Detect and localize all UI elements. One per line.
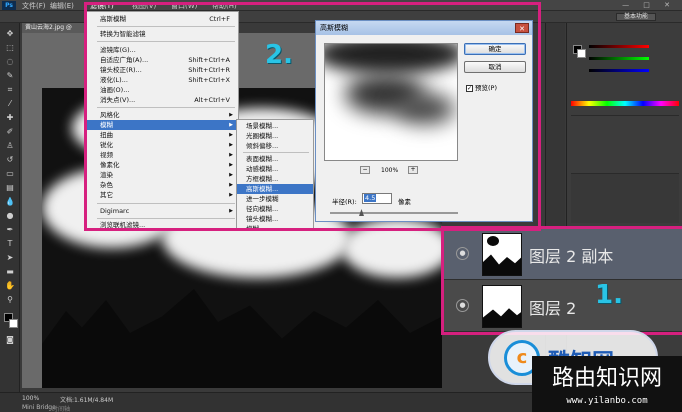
step-1-label: 1. [595, 280, 623, 310]
corner-watermark-url: www.yilanbo.com [566, 396, 648, 406]
zoom-tool-icon[interactable]: ⚲ [4, 295, 16, 305]
photoshop-logo: Ps [2, 1, 16, 10]
shape-tool-icon[interactable]: ▬ [4, 267, 16, 277]
type-tool-icon[interactable]: T [4, 239, 16, 249]
history-brush-icon[interactable]: ↺ [4, 155, 16, 165]
healing-brush-icon[interactable]: ✚ [4, 113, 16, 123]
eyedropper-icon[interactable]: ⁄ [4, 99, 16, 109]
color-panel-background[interactable] [577, 49, 586, 58]
brush-tool-icon[interactable]: ✐ [4, 127, 16, 137]
path-select-icon[interactable]: ➤ [4, 253, 16, 263]
photoshop-window: Ps 文件(F) 编辑(E) 滤镜(T) 视图(V) 窗口(W) 帮助(H) —… [0, 0, 682, 412]
eraser-tool-icon[interactable]: ▭ [4, 169, 16, 179]
marquee-tool-icon[interactable]: ⬚ [4, 43, 16, 53]
menu-edit[interactable]: 编辑(E) [50, 1, 74, 11]
workspace-switcher[interactable]: 基本功能 [616, 13, 656, 21]
window-controls[interactable]: — □ ✕ [622, 1, 676, 9]
tools-panel: ✥ ⬚ ◌ ✎ ⌗ ⁄ ✚ ✐ ♙ ↺ ▭ ▤ 💧 ● ✒ T ➤ ▬ ✋ ⚲ … [0, 23, 20, 393]
move-tool-icon[interactable]: ✥ [4, 29, 16, 39]
menu-file[interactable]: 文件(F) [22, 1, 46, 11]
document-tab[interactable]: 黄山云海2.jpg @ 100% [22, 23, 90, 41]
gradient-tool-icon[interactable]: ▤ [4, 183, 16, 193]
annotation-frame-filter [84, 2, 541, 231]
layers-panel-header [571, 173, 679, 223]
blue-slider[interactable] [589, 69, 649, 72]
corner-watermark: 路由知识网 www.yilanbo.com [532, 356, 682, 412]
green-slider[interactable] [589, 57, 649, 60]
crop-tool-icon[interactable]: ⌗ [4, 85, 16, 95]
background-color-swatch[interactable] [9, 319, 18, 328]
dodge-tool-icon[interactable]: ● [4, 211, 16, 221]
adjustments-panel [571, 115, 679, 165]
pen-tool-icon[interactable]: ✒ [4, 225, 16, 235]
zoom-level[interactable]: 100% [22, 395, 39, 402]
hand-tool-icon[interactable]: ✋ [4, 281, 16, 291]
annotation-frame-layers [441, 226, 682, 335]
document-size: 文档:1.61M/4.84M [60, 397, 114, 404]
step-2-label: 2. [265, 40, 293, 70]
quick-mask-icon[interactable]: ◙ [4, 335, 16, 345]
red-slider[interactable] [589, 45, 649, 48]
timeline-tab[interactable]: 时间轴 [52, 404, 70, 412]
lasso-tool-icon[interactable]: ◌ [4, 57, 16, 67]
clone-stamp-icon[interactable]: ♙ [4, 141, 16, 151]
mountain-silhouette [42, 289, 442, 388]
color-spectrum[interactable] [571, 101, 679, 106]
quick-select-icon[interactable]: ✎ [4, 71, 16, 81]
blur-tool-icon[interactable]: 💧 [4, 197, 16, 207]
corner-watermark-title: 路由知识网 [551, 366, 662, 391]
mini-bridge-tab[interactable]: Mini Bridge [22, 404, 56, 411]
